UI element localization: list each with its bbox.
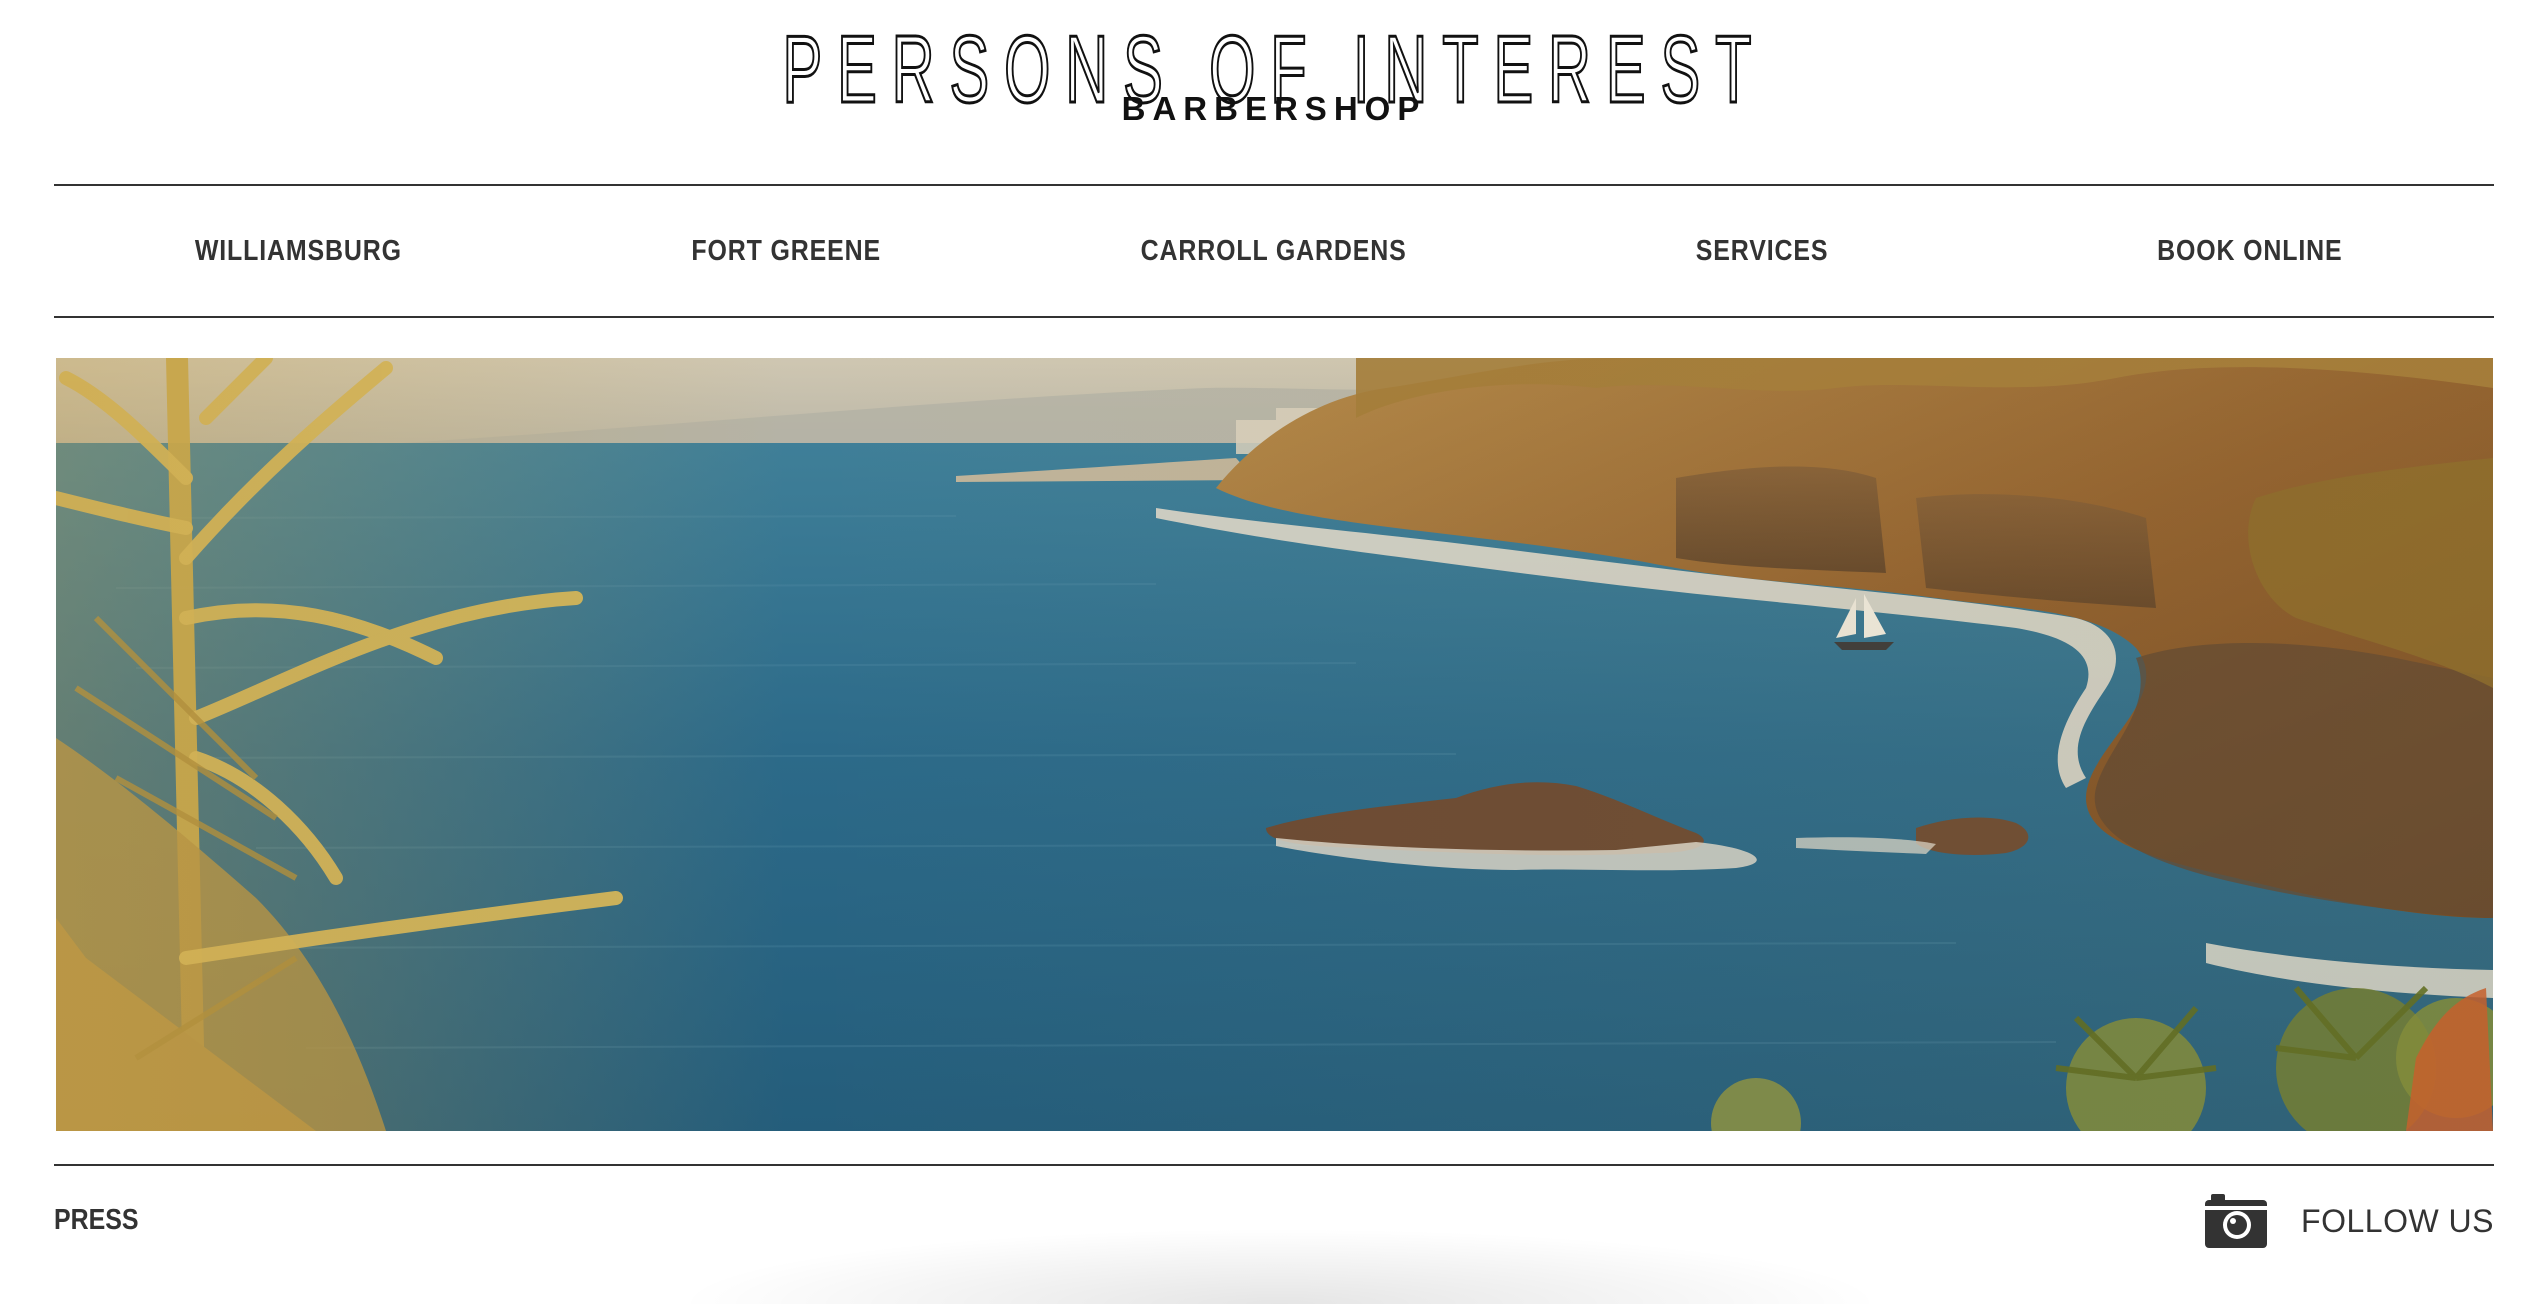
nav-item-services[interactable]: SERVICES — [1518, 186, 2006, 316]
follow-us-link[interactable]: FOLLOW US — [2203, 1192, 2494, 1250]
nav-item-label: WILLIAMSBURG — [194, 234, 402, 267]
follow-us-label: FOLLOW US — [2301, 1202, 2494, 1239]
nav-item-label: BOOK ONLINE — [2157, 234, 2343, 267]
coastal-landscape-illustration — [56, 358, 2493, 1131]
content-shadow — [690, 1230, 1870, 1304]
nav-item-label: SERVICES — [1695, 234, 1829, 267]
nav-item-williamsburg[interactable]: WILLIAMSBURG — [54, 186, 542, 316]
nav-item-label: CARROLL GARDENS — [1140, 234, 1408, 267]
nav-item-carroll-gardens[interactable]: CARROLL GARDENS — [1030, 186, 1518, 316]
press-link[interactable]: PRESS — [54, 1204, 152, 1237]
footer-divider — [54, 1164, 2494, 1166]
hero-image — [56, 358, 2493, 1131]
nav-item-book-online[interactable]: BOOK ONLINE — [2006, 186, 2494, 316]
logo-subtitle: BARBERSHOP — [1121, 90, 1427, 127]
nav-item-fort-greene[interactable]: FORT GREENE — [542, 186, 1030, 316]
nav-item-label: FORT GREENE — [691, 234, 881, 267]
main-nav: WILLIAMSBURG FORT GREENE CARROLL GARDENS… — [54, 186, 2494, 316]
nav-divider — [54, 316, 2494, 318]
camera-icon — [2205, 1194, 2268, 1248]
press-label: PRESS — [54, 1204, 139, 1236]
